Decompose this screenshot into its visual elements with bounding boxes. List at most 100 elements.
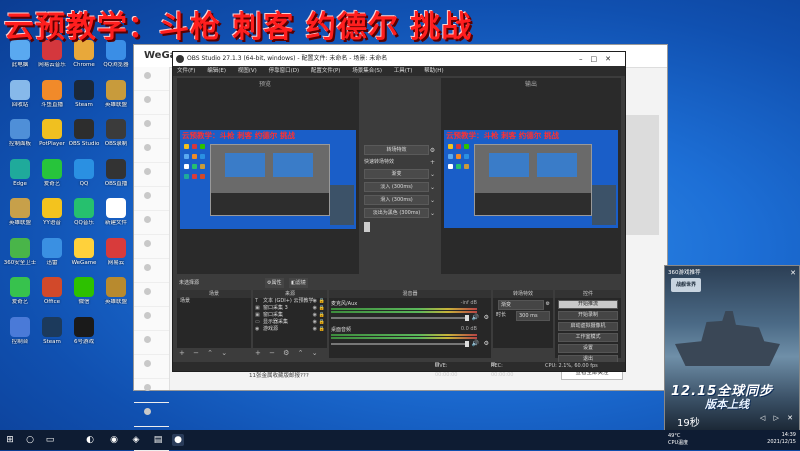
explorer-taskbar-icon[interactable]: ▤: [152, 434, 164, 446]
lock-icon[interactable]: 🔒: [319, 312, 325, 319]
sidebar-item[interactable]: [134, 144, 169, 163]
menu-view[interactable]: 视图(V): [238, 68, 257, 74]
desktop-icon[interactable]: 英雄联盟: [98, 79, 134, 108]
menu-docks[interactable]: 停靠窗口(D): [269, 68, 300, 74]
speaker-icon[interactable]: 🔊: [472, 314, 479, 321]
sources-toolbar[interactable]: + − ⚙ ⌃ ⌄: [255, 349, 321, 357]
desktop-icon[interactable]: 爱奇艺: [34, 158, 70, 187]
ad-media-controls[interactable]: ◁ ▷ ✕: [760, 414, 796, 422]
desktop-icon[interactable]: WeGame: [66, 237, 102, 266]
obs-window[interactable]: OBS Studio 27.1.3 (64-bit, windows) - 配置…: [172, 51, 626, 378]
quick-transition-item[interactable]: 淡入 (300ms): [364, 182, 429, 192]
transition-button[interactable]: 转场特效: [364, 145, 429, 155]
start-recording-button[interactable]: 开始录制: [558, 311, 618, 320]
close-icon[interactable]: ✕: [790, 269, 796, 277]
lock-icon[interactable]: 🔒: [319, 305, 325, 312]
sidebar-item[interactable]: [134, 408, 169, 427]
desktop-icon[interactable]: 网易云: [98, 237, 134, 266]
desktop-icon[interactable]: Steam: [34, 316, 70, 345]
desktop-icon[interactable]: 360安全卫士: [2, 237, 38, 266]
menu-file[interactable]: 文件(F): [177, 68, 195, 74]
source-item[interactable]: ◉ 游戏源 ◉ 🔒: [253, 326, 327, 333]
desktop-icon[interactable]: Office: [34, 277, 70, 305]
desktop-icon[interactable]: Edge: [2, 158, 38, 187]
scenes-toolbar[interactable]: + − ⌃ ⌄: [179, 349, 230, 357]
transition-select[interactable]: 渐变: [498, 300, 544, 310]
scenes-list[interactable]: 场景: [177, 298, 251, 348]
preview-canvas[interactable]: 云预教学：斗枪 刺客 约德尔 挑战: [180, 130, 356, 229]
chevron-down-icon[interactable]: ⌄: [429, 197, 436, 204]
filters-button[interactable]: ◧滤镜: [289, 278, 308, 288]
desktop-icon[interactable]: QQ音乐: [66, 198, 102, 226]
settings-button[interactable]: 设置: [558, 344, 618, 353]
quick-transition-item[interactable]: 滑入 (300ms): [364, 195, 429, 205]
chevron-down-icon[interactable]: ⌄: [429, 210, 436, 217]
chevron-down-icon[interactable]: ⌄: [429, 171, 436, 178]
search-icon[interactable]: ○: [24, 434, 36, 446]
sidebar-item[interactable]: [134, 72, 169, 91]
virtual-camera-button[interactable]: 启动虚拟摄像机: [558, 322, 618, 331]
edge-taskbar-icon[interactable]: ◐: [84, 434, 96, 446]
program-pane[interactable]: 输出 云预教学：斗枪 刺客 约德尔 挑战: [441, 78, 621, 274]
eye-icon[interactable]: ◉: [313, 326, 317, 333]
menu-profile[interactable]: 配置文件(P): [311, 68, 341, 74]
sidebar-item[interactable]: [134, 192, 169, 211]
desktop-icon[interactable]: 6号游戏: [66, 316, 102, 345]
desktop-icon[interactable]: OBS直播: [98, 158, 134, 187]
task-view-icon[interactable]: ▭: [44, 434, 56, 446]
menu-tools[interactable]: 工具(T): [394, 68, 413, 74]
desktop-icon[interactable]: YY语音: [34, 198, 70, 226]
gear-icon[interactable]: ⚙: [546, 300, 550, 309]
eye-icon[interactable]: ◉: [313, 298, 317, 305]
sidebar-item[interactable]: [134, 216, 169, 235]
add-icon[interactable]: +: [429, 159, 436, 166]
game-taskbar-icon[interactable]: ◈: [130, 434, 142, 446]
sidebar-item[interactable]: [134, 288, 169, 307]
quick-transition-item[interactable]: 淡出为黑色 (300ms): [364, 208, 429, 218]
gear-icon[interactable]: ⚙: [484, 314, 489, 321]
lock-icon[interactable]: 🔒: [319, 298, 325, 305]
desktop-icon[interactable]: OBS Studio: [66, 119, 102, 147]
desktop-icon[interactable]: 控制面板: [2, 119, 38, 147]
sidebar-item[interactable]: [134, 240, 169, 259]
desktop-icon[interactable]: OBS录制: [98, 119, 134, 147]
source-item[interactable]: ▣ 窗口采集 3 ◉ 🔒: [253, 305, 327, 312]
desktop-icon[interactable]: PotPlayer: [34, 119, 70, 147]
menu-help[interactable]: 帮助(H): [424, 68, 443, 74]
source-item[interactable]: ▣ 窗口采集 ◉ 🔒: [253, 312, 327, 319]
desktop-icon[interactable]: 英雄联盟: [98, 277, 134, 305]
obs-taskbar-icon[interactable]: ●: [172, 434, 184, 446]
sidebar-item[interactable]: [134, 264, 169, 283]
desktop-icon[interactable]: 回收站: [2, 79, 38, 108]
desktop-icon[interactable]: 爱奇艺: [2, 277, 38, 305]
sidebar-item[interactable]: [134, 384, 169, 403]
desktop-icon[interactable]: 迅雷: [34, 237, 70, 266]
desktop-icon[interactable]: QQ: [66, 158, 102, 187]
lock-icon[interactable]: 🔒: [319, 319, 325, 326]
browser-footer-text[interactable]: 11张金属收藏版邮报???: [249, 371, 309, 379]
sidebar-item[interactable]: [134, 96, 169, 115]
desktop-icon[interactable]: 斗鱼直播: [34, 79, 70, 108]
sidebar-item[interactable]: [134, 360, 169, 379]
game-ad-popup[interactable]: 360游戏推荐 ✕ 战舰世界 12.15全球同步 版本上线 19秒 ◁ ▷ ✕: [664, 265, 800, 432]
start-streaming-button[interactable]: 开始推流: [558, 300, 618, 309]
window-controls[interactable]: –□✕: [579, 52, 619, 66]
studio-mode-button[interactable]: 工作室模式: [558, 333, 618, 342]
windows-start-icon[interactable]: ⊞: [4, 434, 16, 446]
sidebar-item[interactable]: [134, 312, 169, 331]
menu-edit[interactable]: 编辑(E): [207, 68, 226, 74]
chrome-taskbar-icon[interactable]: ◉: [108, 434, 120, 446]
desktop-icon[interactable]: Steam: [66, 79, 102, 108]
eye-icon[interactable]: ◉: [313, 312, 317, 319]
volume-slider[interactable]: [331, 341, 469, 347]
quick-transition-item[interactable]: 渐变: [364, 169, 429, 179]
chevron-down-icon[interactable]: ⌄: [429, 184, 436, 191]
duration-input[interactable]: 300 ms: [516, 311, 550, 321]
desktop-icon[interactable]: 英雄联盟: [2, 198, 38, 226]
desktop-icon[interactable]: 微信: [66, 277, 102, 305]
speaker-icon[interactable]: 🔊: [472, 340, 479, 347]
eye-icon[interactable]: ◉: [313, 319, 317, 326]
desktop-icon[interactable]: 控制台: [2, 316, 38, 345]
sidebar-item[interactable]: [134, 120, 169, 139]
sidebar-item[interactable]: [134, 168, 169, 187]
